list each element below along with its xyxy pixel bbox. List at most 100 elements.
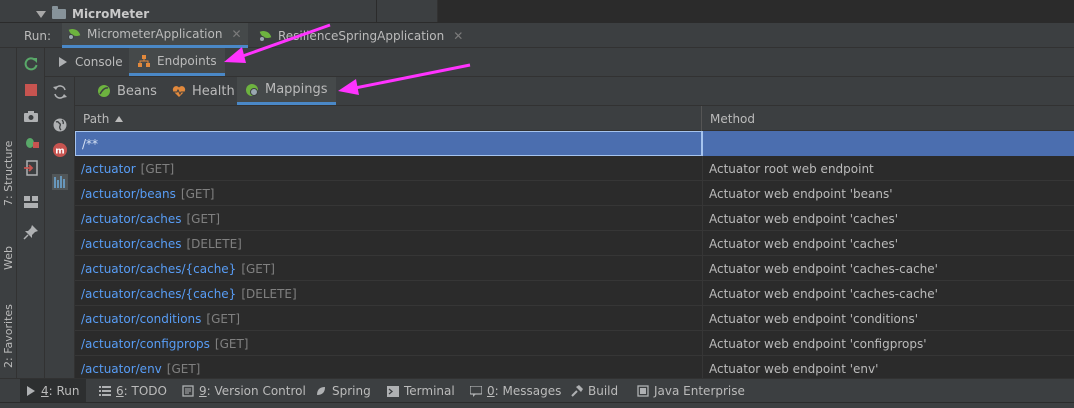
table-row[interactable]: /**: [75, 131, 1074, 156]
project-tree-node[interactable]: MicroMeter: [36, 6, 149, 22]
path-cell[interactable]: /actuator/beans [GET]: [75, 181, 702, 206]
camera-icon[interactable]: [23, 108, 39, 124]
tool-window-spring[interactable]: Spring: [309, 379, 377, 403]
tool-label: : Run: [48, 384, 80, 398]
stop-icon[interactable]: [23, 82, 39, 98]
tab-mappings[interactable]: Mappings: [237, 77, 336, 105]
tool-key: 6: [116, 384, 124, 398]
project-tree-strip: [0, 0, 1074, 22]
path-link[interactable]: /actuator/caches: [81, 237, 181, 251]
structure-label: 7: Structure: [2, 140, 15, 206]
chart-bars-icon[interactable]: [52, 174, 68, 190]
path-link[interactable]: /actuator/caches/{cache}: [81, 262, 236, 276]
method-cell: [702, 131, 1074, 156]
run-tab-label: MicrometerApplication: [87, 27, 223, 41]
endpoint-tabs-bar: Beans Health Mappings: [45, 77, 1074, 106]
path-link[interactable]: /actuator/caches/{cache}: [81, 287, 236, 301]
debug-bug-icon[interactable]: [23, 134, 39, 150]
tool-label: Java Enterprise: [654, 384, 745, 398]
favorites-tool-button[interactable]: 2: Favorites: [0, 288, 17, 368]
path-cell[interactable]: /actuator [GET]: [75, 156, 702, 181]
table-row[interactable]: /actuator [GET] Actuator root web endpoi…: [75, 156, 1074, 181]
chevron-down-icon[interactable]: [36, 10, 46, 18]
endpoints-icon: [138, 54, 150, 67]
run-tab-label: ResilienceSpringApplication: [278, 28, 445, 43]
path-text: /**: [82, 136, 99, 151]
pin-icon[interactable]: [23, 224, 39, 240]
favorites-label: 2: Favorites: [2, 304, 15, 368]
table-row[interactable]: /actuator/env [GET] Actuator web endpoin…: [75, 356, 1074, 378]
path-link[interactable]: /actuator/beans: [81, 187, 176, 201]
micrometer-icon[interactable]: m: [52, 142, 68, 158]
tool-window-messages[interactable]: 0: Messages: [464, 379, 567, 403]
path-cell[interactable]: /actuator/configprops [GET]: [75, 331, 702, 356]
path-link[interactable]: /actuator/configprops: [81, 337, 210, 351]
path-link[interactable]: /actuator/conditions: [81, 312, 201, 326]
path-link[interactable]: /actuator/env: [81, 362, 162, 376]
table-row[interactable]: /actuator/conditions [GET] Actuator web …: [75, 306, 1074, 331]
path-cell[interactable]: /actuator/caches/{cache} [DELETE]: [75, 281, 702, 306]
run-icon: [27, 386, 35, 396]
run-label: Run:: [24, 29, 52, 43]
method-cell: Actuator web endpoint 'conditions': [702, 306, 1074, 331]
path-cell[interactable]: /actuator/conditions [GET]: [75, 306, 702, 331]
rerun-icon[interactable]: [23, 56, 39, 72]
editor-area: [437, 0, 1074, 22]
refresh-icon[interactable]: [52, 84, 68, 100]
table-row[interactable]: /actuator/caches/{cache} [DELETE] Actuat…: [75, 281, 1074, 306]
sort-ascending-icon: [115, 115, 124, 122]
table-row[interactable]: /actuator/configprops [GET] Actuator web…: [75, 331, 1074, 356]
path-cell[interactable]: /actuator/env [GET]: [75, 356, 702, 378]
tool-window-java-enterprise[interactable]: Java Enterprise: [631, 379, 751, 403]
http-verb: [GET]: [180, 186, 215, 201]
mappings-table: Path Method /** /actuator [GET] Actuator…: [75, 106, 1074, 378]
bottom-tool-bar: 4: Run 6: TODO 9: Version Control Spring…: [0, 378, 1074, 403]
messages-icon: [470, 385, 482, 397]
tool-window-run[interactable]: 4: Run: [20, 379, 86, 403]
spring-boot-app-icon: [259, 28, 273, 42]
path-link[interactable]: /actuator/caches: [81, 212, 181, 226]
layout-icon[interactable]: [23, 194, 39, 210]
tool-label: Terminal: [404, 384, 455, 398]
web-tool-button[interactable]: Web: [0, 224, 17, 270]
tool-window-terminal[interactable]: Terminal: [381, 379, 461, 403]
path-cell[interactable]: /actuator/caches [DELETE]: [75, 231, 702, 256]
path-cell[interactable]: /actuator/caches [GET]: [75, 206, 702, 231]
tool-window-todo[interactable]: 6: TODO: [93, 379, 173, 403]
column-header-label: Method: [710, 111, 756, 126]
table-row[interactable]: /actuator/caches [DELETE] Actuator web e…: [75, 231, 1074, 256]
path-link[interactable]: /actuator: [81, 162, 136, 176]
table-row[interactable]: /actuator/caches/{cache} [GET] Actuator …: [75, 256, 1074, 281]
path-cell[interactable]: /**: [75, 131, 702, 156]
run-toolbar: [17, 48, 45, 378]
column-header-method[interactable]: Method: [702, 106, 1074, 131]
tool-window-version-control[interactable]: 9: Version Control: [176, 379, 312, 403]
method-cell: Actuator web endpoint 'env': [702, 356, 1074, 378]
exit-icon[interactable]: [23, 160, 39, 176]
run-tab-resilience-spring-application[interactable]: ResilienceSpringApplication ✕: [253, 23, 469, 48]
structure-tool-button[interactable]: 7: Structure: [0, 126, 17, 206]
globe-icon[interactable]: [52, 117, 68, 133]
run-tab-micrometer-application[interactable]: MicrometerApplication ✕: [62, 23, 248, 48]
tab-console[interactable]: Console: [49, 48, 131, 76]
http-verb: [DELETE]: [186, 236, 242, 251]
http-verb: [GET]: [214, 336, 249, 351]
method-cell: Actuator web endpoint 'beans': [702, 181, 1074, 206]
java-enterprise-icon: [637, 385, 649, 397]
path-cell[interactable]: /actuator/caches/{cache} [GET]: [75, 256, 702, 281]
build-icon: [571, 385, 583, 397]
tab-endpoints[interactable]: Endpoints: [129, 48, 225, 76]
tool-label: : Messages: [494, 384, 562, 398]
tool-window-build[interactable]: Build: [565, 379, 624, 403]
tool-label: : Version Control: [206, 384, 306, 398]
mappings-icon: [246, 83, 258, 96]
column-header-path[interactable]: Path: [75, 106, 701, 131]
close-icon[interactable]: ✕: [231, 27, 241, 41]
tab-health[interactable]: Health: [164, 77, 243, 105]
http-verb: [GET]: [186, 211, 221, 226]
status-bar: [0, 402, 1074, 408]
table-row[interactable]: /actuator/caches [GET] Actuator web endp…: [75, 206, 1074, 231]
table-row[interactable]: /actuator/beans [GET] Actuator web endpo…: [75, 181, 1074, 206]
tab-beans[interactable]: Beans: [89, 77, 165, 105]
close-icon[interactable]: ✕: [453, 29, 463, 43]
